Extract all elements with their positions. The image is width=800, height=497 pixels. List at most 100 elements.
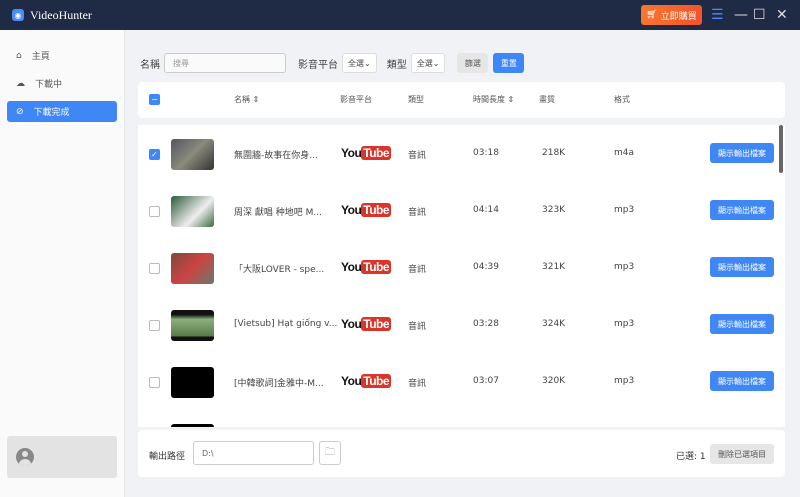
video-thumbnail <box>171 367 214 398</box>
format: mp3 <box>614 376 635 386</box>
sidebar-item-downloaded[interactable]: ⊘ 下載完成 <box>7 101 117 122</box>
youtube-logo: You Tube <box>341 374 392 388</box>
duration: 03:18 <box>473 148 499 158</box>
show-output-file-button[interactable]: 顯示輸出檔案 <box>710 257 774 277</box>
show-output-file-button[interactable]: 顯示輸出檔案 <box>710 371 774 391</box>
media-type: 音訊 <box>408 322 427 332</box>
duration: 04:14 <box>473 205 499 215</box>
row-checkbox[interactable]: ✓ <box>149 149 160 160</box>
duration: 03:07 <box>473 376 499 386</box>
video-thumbnail <box>171 253 214 284</box>
table-row[interactable] <box>138 410 785 427</box>
sidebar-item-label: 下載中 <box>35 80 63 90</box>
output-path-input[interactable]: D:\ <box>193 441 314 465</box>
table-header: − 名稱 ⇕ 影音平台 類型 時間長度 ⇕ 畫質 格式 <box>138 82 785 118</box>
header-quality: 畫質 <box>539 95 555 104</box>
name-label: 名稱 <box>140 59 160 71</box>
show-output-file-button[interactable]: 顯示輸出檔案 <box>710 143 774 163</box>
app-logo-icon: ◉ <box>12 9 24 21</box>
output-path-label: 輸出路徑 <box>149 452 186 462</box>
cloud-download-icon: ☁ <box>16 78 25 89</box>
quality: 321K <box>542 262 566 272</box>
media-type: 音訊 <box>408 265 427 275</box>
footer-bar: 輸出路徑 D:\ 🗀 已選: 1 刪除已選項目 <box>138 430 785 477</box>
video-title: 周深 獻唱 种地吧 M... <box>234 208 322 218</box>
sidebar-item-label: 下載完成 <box>33 108 70 118</box>
app-title: VideoHunter <box>30 7 92 22</box>
video-thumbnail <box>171 310 214 341</box>
type-label: 類型 <box>386 59 407 71</box>
video-thumbnail <box>171 196 214 227</box>
table-row[interactable]: 「大阪LOVER - spe... You Tube 音訊 04:39 321K … <box>138 239 785 296</box>
format: mp3 <box>614 262 635 272</box>
media-type: 音訊 <box>408 151 427 161</box>
cart-icon: 🛒︎ <box>646 10 658 20</box>
maximize-button[interactable]: ☐ <box>753 6 766 24</box>
sidebar-item-downloading[interactable]: ☁ 下載中 <box>7 73 117 94</box>
buy-now-button[interactable]: 🛒︎ 立即購買 <box>641 5 702 25</box>
reset-button[interactable]: 重置 <box>493 53 525 73</box>
table-row[interactable]: [Vietsub] Hạt giống v... You Tube 音訊 03:2… <box>138 296 785 353</box>
quality: 320K <box>542 376 566 386</box>
filter-button[interactable]: 篩選 <box>457 53 489 73</box>
chevron-down-icon: ⌄ <box>432 58 440 68</box>
type-value: 全選 <box>416 58 433 68</box>
platform-label: 影音平台 <box>298 59 338 71</box>
video-thumbnail <box>171 139 214 170</box>
format: mp3 <box>614 205 635 215</box>
quality: 324K <box>542 319 566 329</box>
show-output-file-button[interactable]: 顯示輸出檔案 <box>710 200 774 220</box>
check-circle-icon: ⊘ <box>16 106 24 117</box>
video-title: 「大阪LOVER - spe... <box>234 265 325 275</box>
platform-select[interactable]: 全選 ⌄ <box>342 53 377 73</box>
row-checkbox[interactable] <box>149 263 160 274</box>
youtube-logo: You Tube <box>341 317 392 331</box>
video-title: [Vietsub] Hạt giống v... <box>234 319 338 329</box>
scrollbar[interactable] <box>779 125 783 173</box>
table-row[interactable]: [中韓歌詞]金雅中-M... You Tube 音訊 03:07 320K mp3… <box>138 353 785 410</box>
minimize-button[interactable]: — <box>734 6 748 24</box>
header-duration[interactable]: 時間長度 ⇕ <box>473 94 514 105</box>
table-row[interactable]: 周深 獻唱 种地吧 M... You Tube 音訊 04:14 323K mp3… <box>138 182 785 239</box>
header-duration-label: 時間長度 <box>473 95 505 104</box>
table-row[interactable]: ✓ 無圍牆-故事在你身... You Tube 音訊 03:18 218K m4a… <box>138 125 785 182</box>
youtube-logo: You Tube <box>341 260 392 274</box>
search-input[interactable]: 搜尋 <box>164 53 286 73</box>
header-platform: 影音平台 <box>340 95 372 104</box>
close-button[interactable]: ✕ <box>776 6 788 24</box>
menu-icon[interactable]: ☰ <box>711 6 724 24</box>
show-output-file-button[interactable]: 顯示輸出檔案 <box>710 314 774 334</box>
folder-open-icon[interactable]: 🗀 <box>319 441 341 465</box>
row-checkbox[interactable] <box>149 377 160 388</box>
header-type: 類型 <box>408 95 424 104</box>
delete-selected-button[interactable]: 刪除已選項目 <box>710 444 774 464</box>
sidebar-item-label: 主頁 <box>31 52 50 62</box>
avatar[interactable] <box>16 448 34 466</box>
quality: 323K <box>542 205 566 215</box>
header-name-label: 名稱 <box>234 95 250 104</box>
home-icon: ⌂ <box>16 50 22 61</box>
sidebar-item-home[interactable]: ⌂ 主頁 <box>7 45 117 66</box>
media-type: 音訊 <box>408 208 427 218</box>
duration: 04:39 <box>473 262 499 272</box>
user-panel[interactable] <box>7 436 117 478</box>
buy-label: 立即購買 <box>660 11 697 22</box>
video-thumbnail <box>171 424 214 427</box>
video-title: 無圍牆-故事在你身... <box>234 151 318 161</box>
sidebar: ⌂ 主頁 ☁ 下載中 ⊘ 下載完成 <box>0 30 125 497</box>
select-all-checkbox[interactable]: − <box>149 94 160 105</box>
chevron-down-icon: ⌄ <box>364 58 371 68</box>
row-checkbox[interactable] <box>149 320 160 331</box>
title-bar: ◉ VideoHunter 🛒︎ 立即購買 ☰ — ☐ ✕ <box>0 0 800 30</box>
quality: 218K <box>542 148 566 158</box>
media-type: 音訊 <box>408 379 427 389</box>
filter-bar: 名稱 搜尋 影音平台 全選 ⌄ 類型 全選 ⌄ 篩選 重置 <box>140 53 525 73</box>
header-name[interactable]: 名稱 ⇕ <box>234 94 259 105</box>
format: m4a <box>614 148 635 158</box>
video-title: [中韓歌詞]金雅中-M... <box>234 379 324 389</box>
format: mp3 <box>614 319 635 329</box>
type-select[interactable]: 全選 ⌄ <box>410 53 446 73</box>
row-checkbox[interactable] <box>149 206 160 217</box>
download-list: ✓ 無圍牆-故事在你身... You Tube 音訊 03:18 218K m4a… <box>138 125 785 427</box>
youtube-logo: You Tube <box>341 203 392 217</box>
